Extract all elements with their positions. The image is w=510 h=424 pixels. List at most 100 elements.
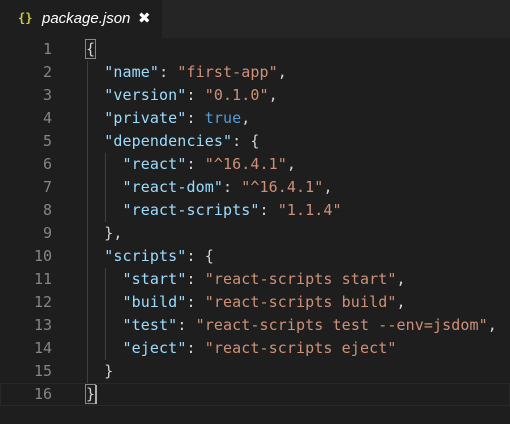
json-key: "eject" <box>122 339 187 357</box>
line-number: 12 <box>33 293 52 311</box>
line-number: 8 <box>42 201 52 219</box>
line-content: "scripts": { <box>86 245 214 268</box>
tab-label: package.json <box>42 10 131 27</box>
json-key: "scripts" <box>104 247 187 265</box>
line-content: "react-scripts": "1.1.4" <box>86 199 342 222</box>
line-content: "dependencies": { <box>86 130 260 153</box>
code-line[interactable]: 4 "private": true, <box>0 107 510 130</box>
line-content: "build": "react-scripts build", <box>86 291 406 314</box>
json-punctuation: : <box>186 293 205 311</box>
json-key: "react" <box>122 155 187 173</box>
tab-bar: {} package.json ✖ <box>0 0 510 38</box>
code-line[interactable]: 14 "eject": "react-scripts eject" <box>0 337 510 360</box>
line-number: 10 <box>33 247 52 265</box>
text-cursor <box>95 385 97 404</box>
matched-brace: } <box>84 384 97 404</box>
line-number: 16 <box>33 385 52 403</box>
code-line[interactable]: 16} <box>0 383 510 406</box>
line-content: } <box>86 360 113 383</box>
json-punctuation: } <box>86 362 114 380</box>
json-key: "react-dom" <box>122 178 223 196</box>
code-line[interactable]: 11 "start": "react-scripts start", <box>0 268 510 291</box>
code-line[interactable]: 2 "name": "first-app", <box>0 61 510 84</box>
json-punctuation: , <box>268 86 278 104</box>
json-key: "name" <box>104 63 160 81</box>
json-punctuation <box>86 155 123 173</box>
line-number: 15 <box>33 362 52 380</box>
json-punctuation: : <box>186 339 205 357</box>
code-area[interactable]: 1{2 "name": "first-app", 3 "version": "0.… <box>0 38 510 424</box>
json-punctuation <box>86 316 123 334</box>
line-number: 1 <box>42 40 52 58</box>
code-line[interactable]: 10 "scripts": { <box>0 245 510 268</box>
json-string: "^16.4.1" <box>204 155 287 173</box>
line-content: "test": "react-scripts test --env=jsdom"… <box>86 314 497 337</box>
json-string: "1.1.4" <box>277 201 342 219</box>
json-punctuation <box>86 132 104 150</box>
json-punctuation: , <box>277 63 287 81</box>
line-number: 11 <box>33 270 52 288</box>
line-number: 2 <box>42 63 52 81</box>
json-punctuation: }, <box>86 224 123 242</box>
line-content: "eject": "react-scripts eject" <box>86 337 397 360</box>
json-string: "react-scripts eject" <box>204 339 397 357</box>
code-line[interactable]: 3 "version": "0.1.0", <box>0 84 510 107</box>
json-punctuation <box>86 339 123 357</box>
line-number: 9 <box>42 224 52 242</box>
line-number: 5 <box>42 132 52 150</box>
json-punctuation: : <box>259 201 278 219</box>
json-string: "react-scripts start" <box>204 270 397 288</box>
json-punctuation: : <box>186 270 205 288</box>
close-icon[interactable]: ✖ <box>138 9 151 27</box>
json-boolean: true <box>204 109 242 127</box>
code-line[interactable]: 5 "dependencies": { <box>0 130 510 153</box>
json-punctuation <box>86 293 123 311</box>
json-key: "private" <box>104 109 187 127</box>
matched-brace: { <box>84 39 97 59</box>
line-number: 6 <box>42 155 52 173</box>
line-content: "name": "first-app", <box>86 61 287 84</box>
json-punctuation <box>86 270 123 288</box>
json-key: "test" <box>122 316 178 334</box>
code-line[interactable]: 15 } <box>0 360 510 383</box>
code-editor: {} package.json ✖ 1{2 "name": "first-app… <box>0 0 510 424</box>
code-line[interactable]: 1{ <box>0 38 510 61</box>
json-string: "first-app" <box>177 63 278 81</box>
line-content: "start": "react-scripts start", <box>86 268 406 291</box>
json-string: "^16.4.1" <box>241 178 324 196</box>
tab-package-json[interactable]: {} package.json ✖ <box>0 0 162 38</box>
json-punctuation <box>86 247 104 265</box>
line-number: 4 <box>42 109 52 127</box>
code-line[interactable]: 6 "react": "^16.4.1", <box>0 153 510 176</box>
line-number: 3 <box>42 86 52 104</box>
json-punctuation <box>86 201 123 219</box>
json-punctuation: : <box>186 155 205 173</box>
code-line[interactable]: 8 "react-scripts": "1.1.4" <box>0 199 510 222</box>
json-punctuation: : <box>159 63 178 81</box>
json-key: "react-scripts" <box>122 201 260 219</box>
json-punctuation: , <box>487 316 497 334</box>
code-line[interactable]: 9 }, <box>0 222 510 245</box>
code-line[interactable]: 12 "build": "react-scripts build", <box>0 291 510 314</box>
line-content: } <box>84 383 97 406</box>
json-string: "0.1.0" <box>204 86 269 104</box>
json-punctuation: : <box>186 86 205 104</box>
json-punctuation: , <box>396 293 406 311</box>
json-key: "version" <box>104 86 187 104</box>
json-string: "react-scripts test --env=jsdom" <box>195 316 488 334</box>
json-punctuation: , <box>286 155 297 173</box>
line-number: 13 <box>33 316 52 334</box>
json-punctuation: : { <box>232 132 260 150</box>
json-punctuation: : { <box>186 247 214 265</box>
json-key: "start" <box>122 270 187 288</box>
json-string: "react-scripts build" <box>204 293 397 311</box>
json-punctuation <box>86 63 104 81</box>
json-punctuation <box>86 86 104 104</box>
line-content: { <box>84 38 97 61</box>
code-line[interactable]: 7 "react-dom": "^16.4.1", <box>0 176 510 199</box>
json-key: "dependencies" <box>104 132 233 150</box>
json-punctuation: : <box>177 316 196 334</box>
code-line[interactable]: 13 "test": "react-scripts test --env=jsd… <box>0 314 510 337</box>
json-punctuation: , <box>396 270 406 288</box>
json-punctuation <box>86 178 123 196</box>
